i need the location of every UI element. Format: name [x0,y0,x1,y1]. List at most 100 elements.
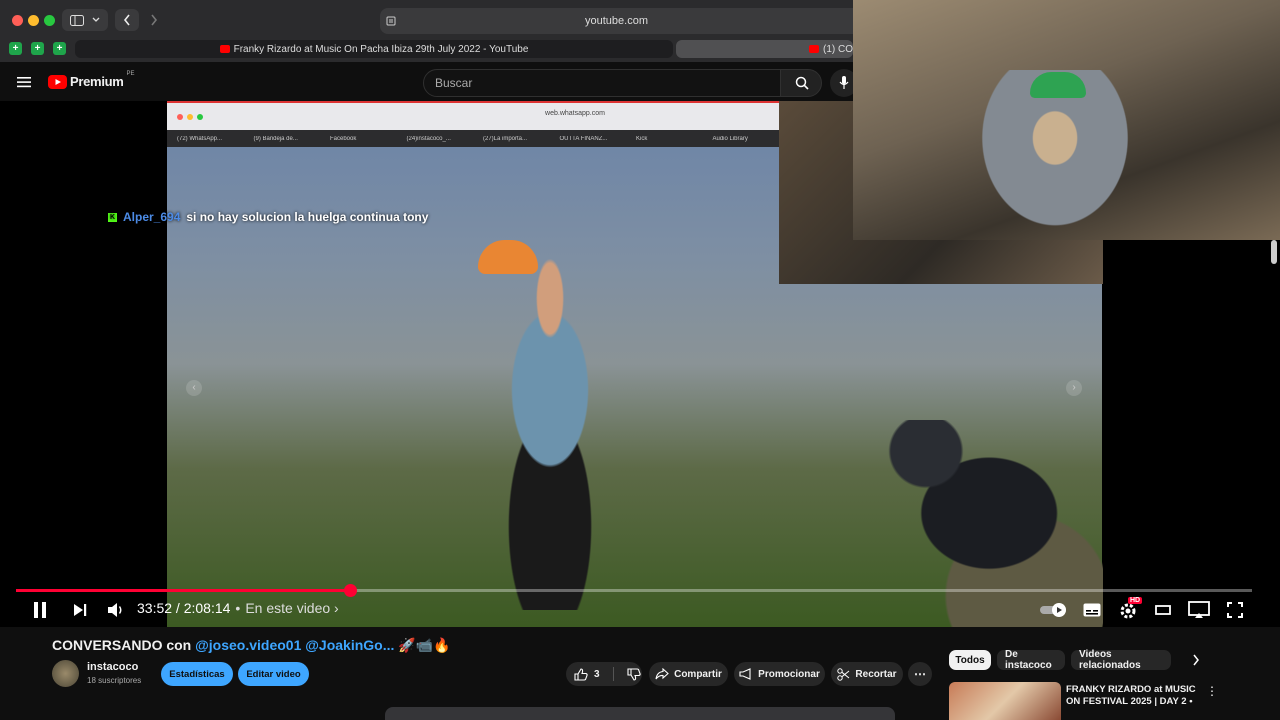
chip-all[interactable]: Todos [949,650,991,670]
pause-button[interactable] [29,599,51,621]
sidebar-toggle-button[interactable] [62,9,108,31]
scrollbar-thumb[interactable] [1271,240,1277,264]
edit-video-button[interactable]: Editar video [238,662,309,686]
autoplay-toggle[interactable] [1040,599,1070,621]
volume-icon [108,603,122,617]
share-label: Compartir [674,668,722,680]
promote-label: Promocionar [758,668,820,680]
progress-scrubber[interactable] [344,584,357,597]
stats-button[interactable]: Estadísticas [161,662,233,686]
tab-other[interactable]: (1) CO [676,40,853,58]
page-settings-icon [386,16,396,26]
progress-bar-played [16,589,350,592]
like-count: 3 [594,668,600,680]
tab-active-label: Franky Rizardo at Music On Pacha Ibiza 2… [233,43,529,55]
video-person-crouching [850,420,1103,627]
subscriber-count: 18 suscriptores [87,676,142,685]
youtube-favicon-icon [219,45,230,53]
chevron-right-icon [1193,654,1199,666]
stream-tab: Audio Library [712,135,748,142]
hd-badge: HD [1128,597,1143,604]
airplay-button[interactable] [1187,599,1211,621]
pinned-tab-sheets-3[interactable]: + [53,42,66,55]
more-actions-button[interactable]: ⋯ [908,662,932,686]
chapter-label: En este video [245,600,331,616]
address-bar[interactable]: youtube.com [380,8,853,34]
pinned-tab-sheets-2[interactable]: + [31,42,44,55]
microphone-icon [839,76,849,89]
next-button[interactable] [69,599,91,621]
video-title-mentions[interactable]: @joseo.video01 @JoakinGo... [195,637,394,653]
subtitles-button[interactable] [1081,599,1103,621]
search-placeholder: Buscar [435,76,473,90]
fullscreen-icon [1227,602,1243,618]
region-code: PE [126,71,135,77]
thumbs-up-icon [574,667,588,681]
chat-message: K Alper_694 si no hay solucion la huelga… [108,210,428,224]
clip-button[interactable]: Recortar [831,662,903,686]
video-title-prefix: CONVERSANDO con [52,637,196,653]
tab-active[interactable]: Franky Rizardo at Music On Pacha Ibiza 2… [75,40,673,58]
back-button[interactable] [115,9,139,31]
chips-next-button[interactable] [1192,654,1200,666]
pinned-tab-sheets-1[interactable]: + [9,42,22,55]
chevron-down-icon [92,17,100,22]
search-icon [795,76,809,90]
theater-icon [1155,605,1171,615]
related-video-thumbnail[interactable] [949,682,1061,720]
channel-avatar[interactable] [52,660,79,687]
carousel-next-icon: › [1066,380,1082,396]
stream-tab: Facebook [330,135,357,142]
clip-label: Recortar [855,668,897,680]
fullscreen-button[interactable] [1224,599,1246,621]
close-window-icon[interactable] [12,15,23,26]
stream-tab: (9) Bandeja de... [253,135,298,142]
chevron-left-icon [123,14,130,26]
logo-text: Premium [70,74,124,89]
settings-button[interactable]: HD [1117,597,1143,621]
stream-tab: Kick [636,135,648,142]
stream-tab: (27)La importa... [483,135,528,142]
subtitles-icon [1083,603,1101,617]
youtube-play-logo-icon [48,74,67,89]
channel-name[interactable]: instacoco [87,661,138,673]
scissors-icon [837,667,850,681]
dislike-button[interactable] [627,667,641,681]
thumbs-down-icon [627,667,641,681]
volume-button[interactable] [105,599,127,621]
autoplay-toggle-icon [1040,603,1066,617]
kick-badge-icon: K [108,212,117,222]
search-input[interactable]: Buscar [423,69,781,97]
minimize-window-icon[interactable] [28,15,39,26]
youtube-favicon-icon [809,45,819,53]
like-divider [612,667,614,681]
macos-dock [385,707,895,720]
time-display: 33:52 / 2:08:14 • En este video › [137,600,339,616]
forward-button[interactable] [142,9,166,31]
maximize-window-icon[interactable] [44,15,55,26]
related-video-title[interactable]: FRANKY RIZARDO at MUSIC ON FESTIVAL 2025… [1066,684,1206,708]
time-current-duration: 33:52 / 2:08:14 [137,600,231,616]
like-button[interactable]: 3 [574,667,600,681]
sidebar-icon [70,14,84,26]
stream-tab: OUTTA FINANZ... [559,135,608,142]
stream-address: web.whatsapp.com [545,110,605,117]
stream-traffic-lights [177,114,203,120]
promote-button[interactable]: Promocionar [734,662,825,686]
theater-mode-button[interactable] [1152,599,1174,621]
related-video-menu-icon[interactable]: ⋮ [1206,684,1218,698]
time-separator: • [235,600,241,616]
youtube-logo[interactable]: Premium PE [48,71,135,89]
chip-related[interactable]: Videos relacionados [1071,649,1171,671]
streamer-green-cap [1030,72,1086,98]
carousel-prev-icon: ‹ [186,380,202,396]
stream-tab: (72) WhatsApp... [177,135,223,142]
chapter-button[interactable]: En este video › [245,600,338,616]
menu-button[interactable] [17,76,31,88]
share-button[interactable]: Compartir [649,662,728,686]
chat-text: si no hay solucion la huelga continua to… [186,210,429,224]
chat-username: Alper_694 [123,210,181,224]
chip-from-channel[interactable]: De instacoco [997,649,1065,671]
search-button[interactable] [780,69,822,97]
stream-tab: (24)instacoco_... [406,135,451,142]
